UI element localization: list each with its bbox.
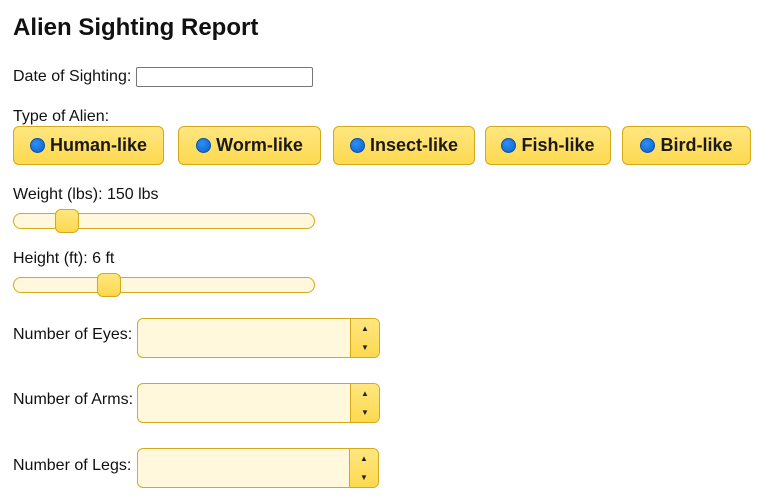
date-label: Date of Sighting:	[13, 68, 132, 85]
spin-up-icon[interactable]: ▲	[351, 384, 379, 403]
arms-input[interactable]	[138, 384, 351, 422]
height-label: Height (ft): 6 ft	[13, 250, 115, 267]
alien-type-option-bird[interactable]: Bird-like	[622, 126, 751, 165]
weight-label: Weight (lbs): 150 lbs	[13, 186, 159, 203]
height-slider-thumb[interactable]	[96, 273, 121, 297]
alien-type-option-label: Human-like	[49, 135, 148, 155]
alien-type-label: Type of Alien:	[13, 108, 110, 125]
radio-selected-icon	[640, 138, 656, 153]
radio-selected-icon	[29, 138, 45, 153]
weight-slider[interactable]	[13, 209, 315, 233]
spin-down-icon[interactable]: ▼	[350, 468, 378, 487]
radio-selected-icon	[196, 138, 212, 153]
height-slider[interactable]	[13, 273, 315, 297]
eyes-input[interactable]	[138, 319, 351, 357]
eyes-label: Number of Eyes:	[13, 326, 133, 343]
arms-stepper[interactable]: ▲ ▼	[137, 383, 380, 423]
legs-stepper[interactable]: ▲ ▼	[137, 448, 379, 488]
alien-type-option-label: Bird-like	[660, 135, 733, 155]
legs-spin-buttons: ▲ ▼	[349, 449, 378, 487]
arms-spin-buttons: ▲ ▼	[350, 384, 379, 422]
legs-label: Number of Legs:	[13, 457, 132, 474]
alien-type-option-insect[interactable]: Insect-like	[333, 126, 475, 165]
alien-type-option-worm[interactable]: Worm-like	[178, 126, 321, 165]
legs-input[interactable]	[138, 449, 350, 487]
date-input[interactable]	[136, 67, 313, 87]
arms-label: Number of Arms:	[13, 391, 134, 408]
alien-type-option-human[interactable]: Human-like	[13, 126, 164, 165]
spin-down-icon[interactable]: ▼	[351, 403, 379, 422]
spin-up-icon[interactable]: ▲	[350, 449, 378, 468]
eyes-stepper[interactable]: ▲ ▼	[137, 318, 380, 358]
spin-down-icon[interactable]: ▼	[351, 338, 379, 357]
alien-type-option-label: Worm-like	[216, 135, 303, 155]
page-title: Alien Sighting Report	[13, 14, 259, 41]
eyes-spin-buttons: ▲ ▼	[350, 319, 379, 357]
spin-up-icon[interactable]: ▲	[351, 319, 379, 338]
weight-slider-thumb[interactable]	[55, 209, 80, 233]
radio-selected-icon	[501, 138, 517, 153]
radio-selected-icon	[349, 138, 365, 153]
alien-type-option-label: Insect-like	[369, 135, 459, 155]
alien-type-option-fish[interactable]: Fish-like	[485, 126, 611, 165]
alien-type-option-label: Fish-like	[521, 135, 595, 155]
